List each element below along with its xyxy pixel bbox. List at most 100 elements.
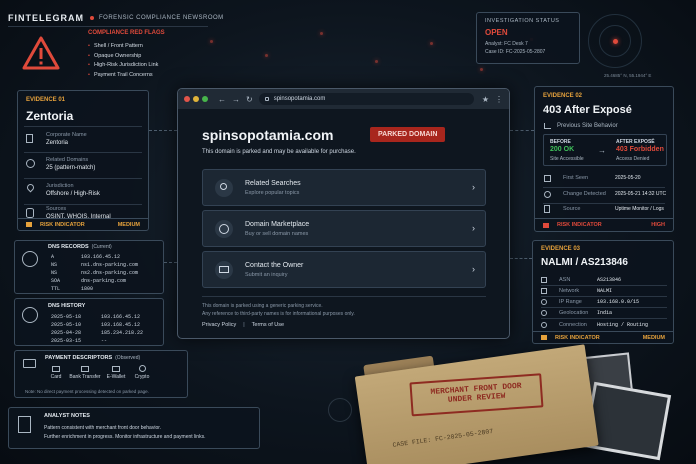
payment-method: Crypto <box>129 365 155 380</box>
notes-icon <box>18 416 31 433</box>
photo-print <box>582 381 672 461</box>
close-window-dot[interactable] <box>184 96 190 102</box>
dns-record-table: A 103.166.45.12 NS ns1.dns-parking.com NS n… <box>51 253 138 293</box>
investigation-title: INVESTIGATION STATUS <box>485 18 560 24</box>
card-title: Related Searches <box>245 180 301 187</box>
wallet-icon <box>112 365 120 372</box>
address-url: spinsopotamia.com <box>273 96 326 102</box>
card-subtitle: Explore popular topics <box>245 190 300 196</box>
address-bar[interactable]: spinsopotamia.com <box>258 93 474 105</box>
divider <box>24 178 142 179</box>
evidence-01-row: Jurisdiction Offshore / High-Risk <box>25 181 144 201</box>
payment-header: PAYMENT DESCRIPTORS (Observed) <box>45 355 140 361</box>
link-icon <box>541 321 547 328</box>
back-arrow-icon[interactable]: ← <box>218 95 226 104</box>
row-value: Zentoria <box>46 140 69 146</box>
dns-history-panel: DNS HISTORY 2025-05-18 103.166.45.12 2025… <box>14 298 164 346</box>
evidence-02-risk: RISK INDICATOR HIGH <box>535 218 673 231</box>
dns-history-title: DNS HISTORY <box>48 303 86 309</box>
evidence-03-tag: EVIDENCE 03 <box>541 246 581 252</box>
row-label: Related Domains <box>46 157 89 163</box>
globe-icon <box>541 299 547 305</box>
dns-record-row: SOA dns-parking.com <box>51 278 127 284</box>
divider <box>24 152 142 153</box>
calendar-icon <box>544 175 551 182</box>
payment-method: Bank Transfer <box>67 365 103 380</box>
coordinates-readout: 25.4685° N, 55.1944° E <box>604 73 652 78</box>
related-searches-card[interactable]: Related Searches Explore popular topics … <box>202 169 486 206</box>
dns-history-row: 2025-05-18 103.166.45.12 <box>51 314 141 320</box>
evidence-03-row: Geolocation India <box>541 308 667 319</box>
connector-line <box>164 262 177 263</box>
evidence-02-row: Source Uptime Monitor / Logs <box>543 205 667 217</box>
red-flag-item: • High-Risk Jurisdiction Link <box>88 62 159 68</box>
database-icon <box>26 208 34 218</box>
evidence-01-name: Zentoria <box>26 109 74 123</box>
terms-of-use-link[interactable]: Terms of Use <box>252 322 284 328</box>
dns-history-row: 2025-03-15 -- <box>51 338 108 344</box>
row-value: 2025-05-20 <box>615 175 641 181</box>
radar-graphic <box>588 14 642 68</box>
risk-label: RISK INDICATOR <box>40 221 85 228</box>
divider <box>24 126 142 127</box>
dns-history-row: 2025-05-10 103.168.45.12 <box>51 322 141 328</box>
row-label: Corporate Name <box>46 132 87 138</box>
link-divider: | <box>243 322 245 328</box>
globe-icon <box>26 159 35 168</box>
privacy-policy-link[interactable]: Privacy Policy <box>202 322 236 328</box>
dns-records-note: (Current) <box>91 244 112 250</box>
card-icon <box>52 365 60 372</box>
flag-icon <box>543 222 549 228</box>
risk-label: RISK INDICATOR <box>557 222 602 228</box>
brand-dot-icon <box>90 16 94 20</box>
location-pin-icon <box>25 182 36 193</box>
evidence-02-subtitle: Previous Site Behavior <box>557 123 618 129</box>
dns-history-table: 2025-05-18 103.166.45.12 2025-05-10 103.16… <box>51 313 143 345</box>
payment-descriptors-panel: PAYMENT DESCRIPTORS (Observed) Card Bank… <box>14 350 188 398</box>
red-flag-item: • Opaque Ownership <box>88 52 142 59</box>
reload-icon[interactable]: ↻ <box>246 95 253 104</box>
investigation-status-panel: INVESTIGATION STATUS OPEN Analyst: FC De… <box>476 12 580 64</box>
investigation-analyst: Analyst: FC Desk 7 <box>485 41 528 47</box>
dns-record-row: TTL 1800 <box>51 286 94 292</box>
evidence-03-row: ASN AS213846 <box>541 275 667 286</box>
payment-title: PAYMENT DESCRIPTORS <box>45 355 113 361</box>
before-after-box: BEFORE 200 OK Site Accessible → AFTER EX… <box>543 134 667 166</box>
minimize-window-dot[interactable] <box>193 96 199 102</box>
dns-records-panel: DNS RECORDS (Current) A 103.166.45.12 NS n… <box>14 240 164 294</box>
trend-chart-icon <box>544 123 551 129</box>
brand-section: FORENSIC COMPLIANCE NEWSROOM <box>99 15 224 21</box>
dns-record-row: NS ns2.dns-parking.com <box>51 270 139 276</box>
analyst-notes-panel: ANALYST NOTES Pattern consistent with me… <box>8 407 260 449</box>
red-flags-list: • Shell / Front Pattern • Opaque Ownership… <box>88 42 158 80</box>
browser-window: ← → ↻ spinsopotamia.com ★ ⋮ spinsopotami… <box>177 88 510 339</box>
chevron-right-icon: › <box>472 223 475 233</box>
evidence-01-row: Corporate Name Zentoria <box>26 130 144 150</box>
forward-arrow-icon[interactable]: → <box>232 95 240 104</box>
dns-history-row: 2025-04-28 185.234.218.22 <box>51 330 144 336</box>
bookmark-star-icon[interactable]: ★ <box>482 95 489 104</box>
maximize-window-dot[interactable] <box>202 96 208 102</box>
domain-marketplace-card[interactable]: Domain Marketplace Buy or sell domain na… <box>202 210 486 247</box>
flag-icon <box>26 222 32 227</box>
document-icon <box>544 205 550 213</box>
parked-domain-badge: PARKED DOMAIN <box>370 127 446 142</box>
evidence-03-row: Network NALMI <box>541 286 667 297</box>
more-menu-icon[interactable]: ⋮ <box>495 95 503 104</box>
brand-name: FINTELEGRAM <box>8 13 84 23</box>
evidence-02-row: First Seen 2025-05-20 <box>543 174 667 186</box>
dns-records-title: DNS RECORDS <box>48 244 89 250</box>
row-label: Sources <box>46 206 67 212</box>
connector-line <box>510 130 534 131</box>
divider <box>202 296 486 297</box>
contact-owner-card[interactable]: Contact the Owner Submit an inquiry › <box>202 251 486 288</box>
before-code: 200 OK <box>550 146 575 153</box>
dns-record-row: A 103.166.45.12 <box>51 254 121 260</box>
row-value: Offshore / High-Risk <box>46 191 100 197</box>
evidence-02-panel: EVIDENCE 02 403 After Exposé Previous Si… <box>534 86 674 232</box>
chevron-right-icon: › <box>472 182 475 192</box>
connector-line <box>510 258 532 259</box>
footer-links: Privacy Policy | Terms of Use <box>202 322 284 328</box>
building-icon <box>26 134 33 143</box>
dns-record-row: NS ns1.dns-parking.com <box>51 262 139 268</box>
